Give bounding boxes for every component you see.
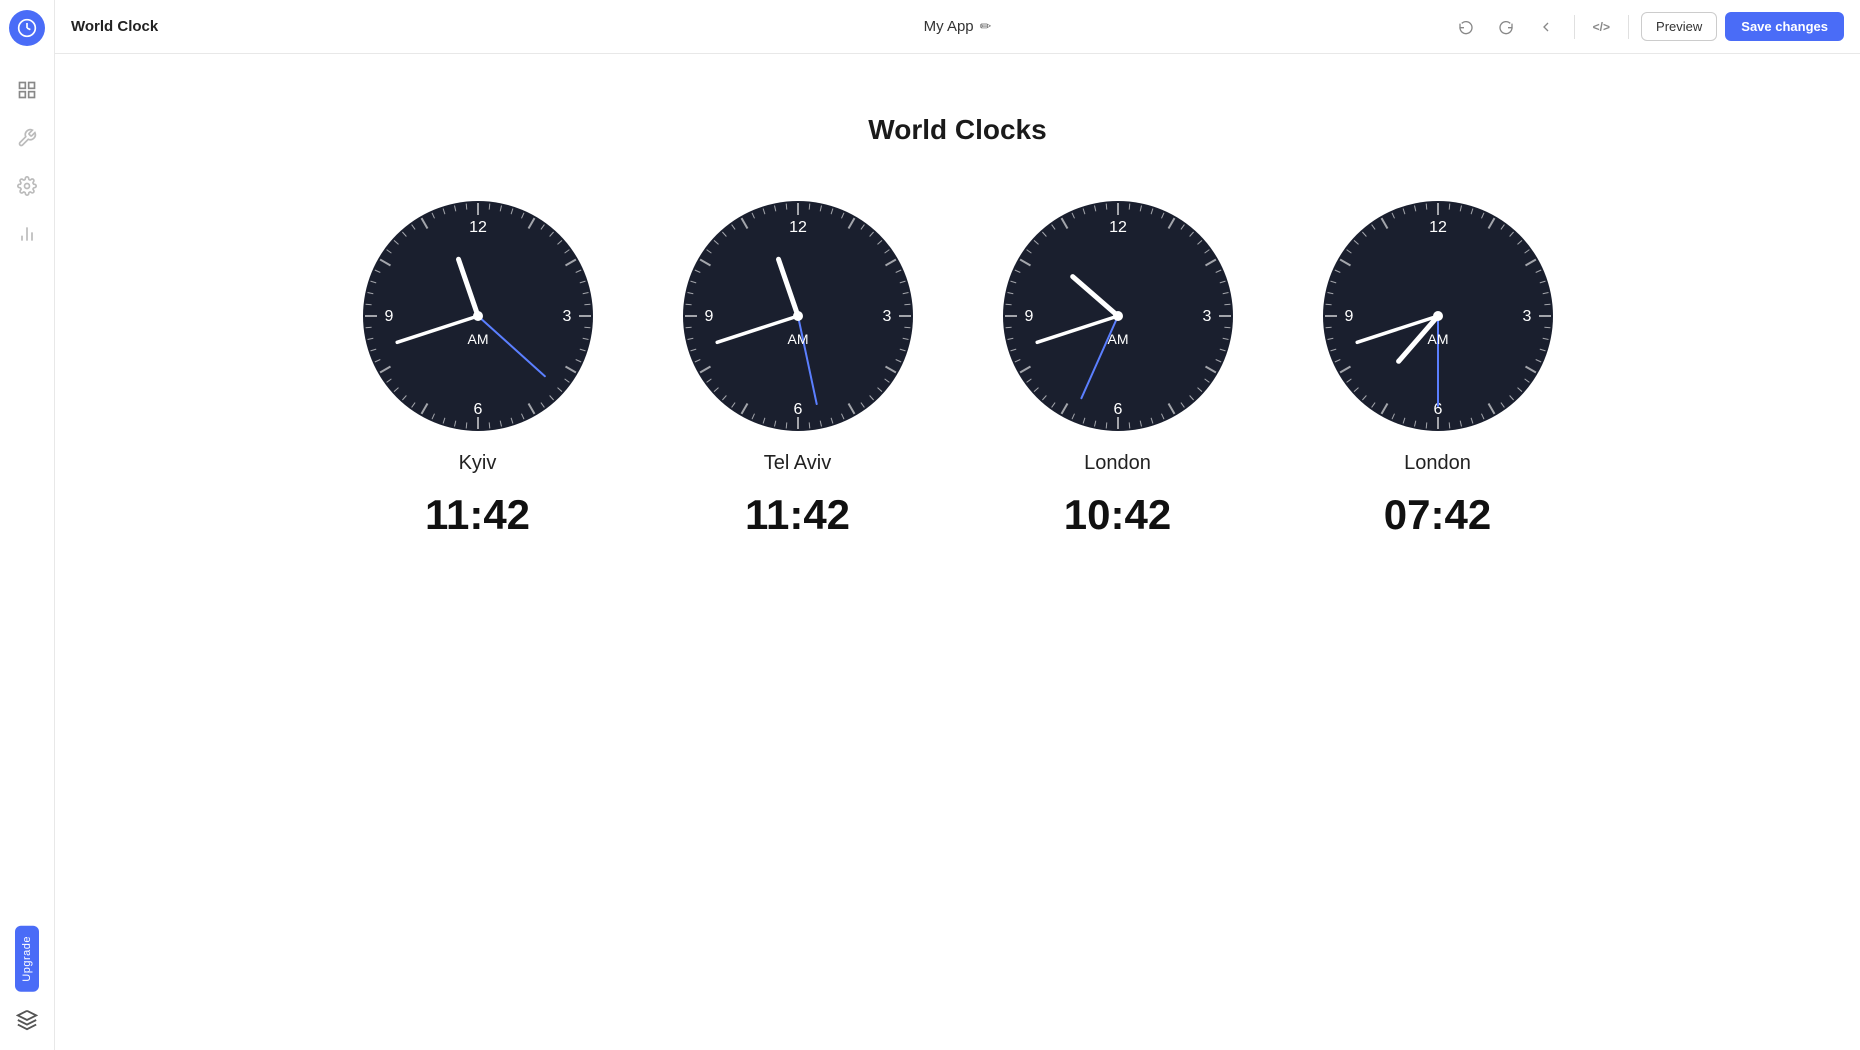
back-button[interactable] xyxy=(1530,11,1562,43)
main-area: World Clock My App ✏ < xyxy=(55,0,1860,1050)
clock-city-3: London xyxy=(1404,452,1471,475)
divider xyxy=(1574,15,1575,39)
svg-text:3: 3 xyxy=(1202,308,1211,325)
svg-text:9: 9 xyxy=(1344,308,1353,325)
clock-time-2: 10:42 xyxy=(1064,491,1171,539)
clock-city-0: Kyiv xyxy=(459,452,497,475)
svg-text:9: 9 xyxy=(1024,308,1033,325)
clock-face-0: 12 3 6 9 AM xyxy=(358,196,598,436)
topbar-actions: </> Preview Save changes xyxy=(1450,11,1844,43)
clock-face-3: 12369 AM xyxy=(1318,196,1558,436)
divider2 xyxy=(1628,15,1629,39)
redo-button[interactable] xyxy=(1490,11,1522,43)
clock-time-1: 11:42 xyxy=(745,491,850,539)
svg-text:9: 9 xyxy=(704,308,713,325)
sidebar-bottom: Upgrade xyxy=(7,926,47,1040)
sidebar-item-settings[interactable] xyxy=(7,166,47,206)
sidebar-item-tools[interactable] xyxy=(7,118,47,158)
svg-text:12: 12 xyxy=(1429,219,1447,236)
page-title: World Clocks xyxy=(868,114,1046,146)
clock-face-2: 12 3 6 9 AM xyxy=(998,196,1238,436)
sidebar: Upgrade xyxy=(0,0,55,1050)
app-edit-name: My App xyxy=(924,18,974,35)
svg-text:12: 12 xyxy=(1109,219,1127,236)
svg-text:9: 9 xyxy=(384,308,393,325)
clock-item-0: 12 3 6 9 AM Kyiv 11:42 xyxy=(358,196,598,539)
clock-item-2: 12 3 6 9 AM London 10:42 xyxy=(998,196,1238,539)
clock-time-0: 11:42 xyxy=(425,491,530,539)
svg-text:AM: AM xyxy=(467,331,488,347)
clock-city-1: Tel Aviv xyxy=(764,452,831,475)
topbar: World Clock My App ✏ < xyxy=(55,0,1860,54)
svg-text:6: 6 xyxy=(793,401,802,418)
stack-icon[interactable] xyxy=(7,1000,47,1040)
app-title: World Clock xyxy=(71,18,158,35)
upgrade-button[interactable]: Upgrade xyxy=(15,926,39,992)
sidebar-item-grid[interactable] xyxy=(7,70,47,110)
clock-face-1: 12 3 6 9 AM xyxy=(678,196,918,436)
preview-button[interactable]: Preview xyxy=(1641,12,1717,41)
app-logo[interactable] xyxy=(9,10,45,46)
svg-text:3: 3 xyxy=(1522,308,1531,325)
svg-text:3: 3 xyxy=(882,308,891,325)
topbar-center: My App ✏ xyxy=(924,18,992,35)
clock-time-3: 07:42 xyxy=(1384,491,1491,539)
code-button[interactable]: </> xyxy=(1587,11,1616,43)
svg-text:6: 6 xyxy=(473,401,482,418)
clock-item-1: 12 3 6 9 AM Tel Aviv 11:42 xyxy=(678,196,918,539)
save-button[interactable]: Save changes xyxy=(1725,12,1844,41)
undo-button[interactable] xyxy=(1450,11,1482,43)
svg-text:AM: AM xyxy=(1107,331,1128,347)
svg-text:6: 6 xyxy=(1113,401,1122,418)
svg-text:12: 12 xyxy=(789,219,807,236)
edit-icon[interactable]: ✏ xyxy=(980,18,992,35)
clock-item-3: 12369 AM London 07:42 xyxy=(1318,196,1558,539)
clocks-row: 12369 AM Kyiv 11:42 12369 A xyxy=(358,196,1558,539)
svg-text:3: 3 xyxy=(562,308,571,325)
svg-text:AM: AM xyxy=(1427,331,1448,347)
svg-text:AM: AM xyxy=(787,331,808,347)
content-area: World Clocks 12 3 6 9 AM Kyiv 11:42 12 3 6 9 xyxy=(55,54,1860,1050)
sidebar-item-analytics[interactable] xyxy=(7,214,47,254)
svg-text:12: 12 xyxy=(469,219,487,236)
clock-city-2: London xyxy=(1084,452,1151,475)
